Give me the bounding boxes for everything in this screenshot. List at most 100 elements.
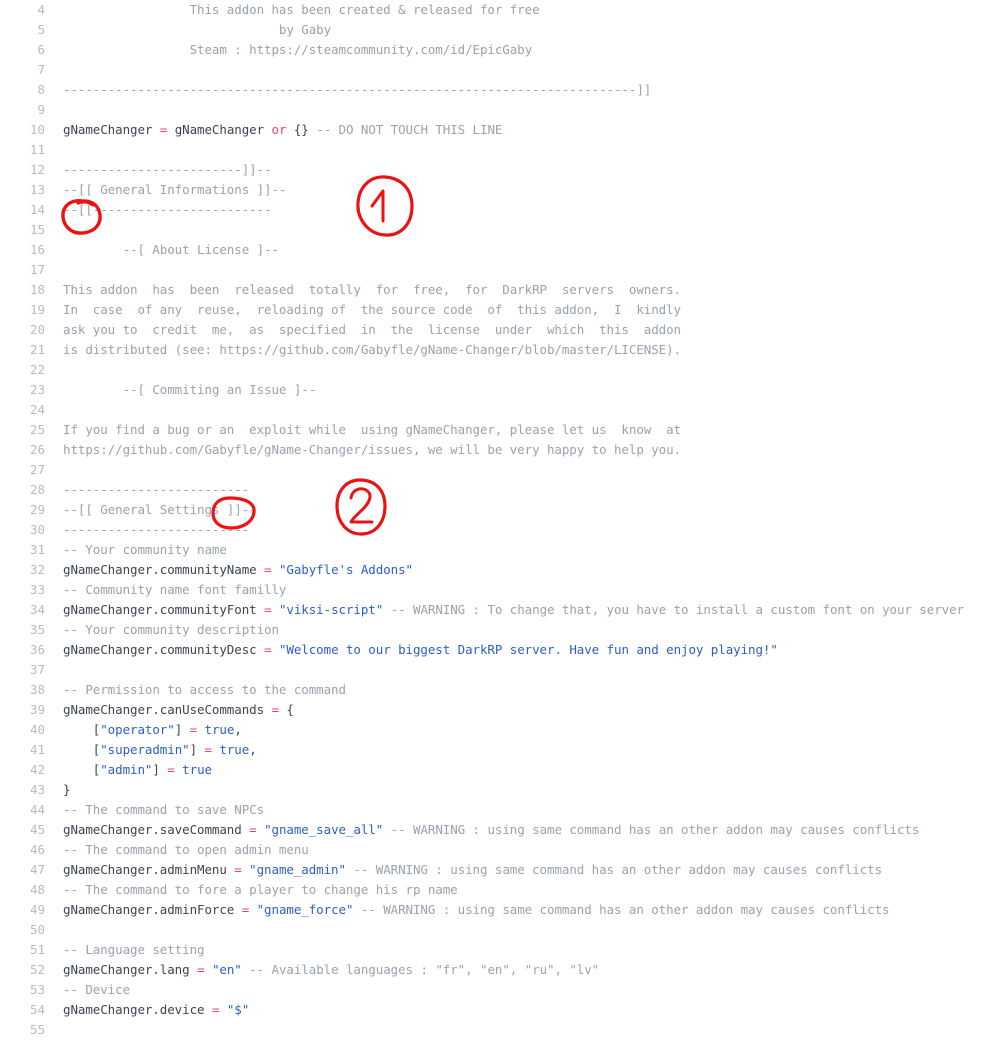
line-number: 21 [29, 342, 45, 357]
code-line[interactable]: 34 gNameChanger.communityFont = "viksi-sc… [0, 600, 984, 620]
code-line[interactable]: 5 by Gaby [0, 20, 984, 40]
code-line[interactable]: 44 -- The command to save NPCs [0, 800, 984, 820]
token-plain: [ [63, 742, 101, 757]
token-operator: = [249, 822, 257, 837]
code-line[interactable]: 29 --[[ General Settings ]]-- [0, 500, 984, 520]
line-content: gNameChanger.saveCommand = "gname_save_a… [45, 820, 919, 840]
line-number: 14 [29, 202, 45, 217]
code-line[interactable]: 33 -- Community name font familly [0, 580, 984, 600]
code-line[interactable]: 21 is distributed (see: https://github.co… [0, 340, 984, 360]
code-line[interactable]: 47 gNameChanger.adminMenu = "gname_admin"… [0, 860, 984, 880]
token-comment: -- Available languages : "fr", "en", "ru… [249, 962, 600, 977]
line-content: gNameChanger.canUseCommands = { [45, 700, 294, 720]
line-content: -- The command to save NPCs [45, 800, 264, 820]
token-plain: gNameChanger.canUseCommands [63, 702, 272, 717]
token-comment: --[ Commiting an Issue ]-- [63, 382, 317, 397]
line-number: 48 [29, 882, 45, 897]
token-plain: } [63, 782, 71, 797]
code-viewer[interactable]: 4 This addon has been created & released… [0, 0, 984, 1037]
code-line[interactable]: 26 https://github.com/Gabyfle/gName-Chang… [0, 440, 984, 460]
line-number: 15 [29, 222, 45, 237]
code-line[interactable]: 45 gNameChanger.saveCommand = "gname_save… [0, 820, 984, 840]
code-line[interactable]: 48 -- The command to fore a player to cha… [0, 880, 984, 900]
code-line[interactable]: 15 [0, 220, 984, 240]
code-line[interactable]: 7 [0, 60, 984, 80]
code-line[interactable]: 4 This addon has been created & released… [0, 0, 984, 20]
code-line[interactable]: 22 [0, 360, 984, 380]
line-number: 24 [29, 402, 45, 417]
code-line[interactable]: 20 ask you to credit me, as specified in … [0, 320, 984, 340]
token-comment: -- The command to save NPCs [63, 802, 265, 817]
code-line[interactable]: 6 Steam : https://steamcommunity.com/id/… [0, 40, 984, 60]
code-line[interactable]: 24 [0, 400, 984, 420]
token-plain: {} [286, 122, 317, 137]
line-number: 9 [37, 102, 45, 117]
token-comment: by Gaby [63, 22, 332, 37]
line-content: gNameChanger.communityDesc = "Welcome to… [45, 640, 778, 660]
code-line[interactable]: 37 [0, 660, 984, 680]
code-line[interactable]: 28 ------------------------- [0, 480, 984, 500]
token-operator: = [264, 642, 272, 657]
token-comment: This addon has been created & released f… [63, 2, 540, 17]
token-string: "operator" [100, 722, 175, 737]
code-line[interactable]: 10 gNameChanger = gNameChanger or {} -- D… [0, 120, 984, 140]
code-line[interactable]: 12 ------------------------]]-- [0, 160, 984, 180]
token-operator: = [204, 742, 213, 757]
code-line[interactable]: 36 gNameChanger.communityDesc = "Welcome … [0, 640, 984, 660]
token-comment: ------------------------]]-- [63, 162, 272, 177]
code-line[interactable]: 50 [0, 920, 984, 940]
line-number: 36 [29, 642, 45, 657]
code-line[interactable]: 39 gNameChanger.canUseCommands = { [0, 700, 984, 720]
token-plain: gNameChanger.adminMenu [63, 862, 235, 877]
line-content: -- Permission to access to the command [45, 680, 346, 700]
code-line[interactable]: 18 This addon has been released totally f… [0, 280, 984, 300]
token-comment: -- Your community description [63, 622, 279, 637]
line-number: 33 [29, 582, 45, 597]
code-line[interactable]: 55 [0, 1020, 984, 1040]
line-number: 55 [29, 1022, 45, 1037]
token-string: "viksi-script" [278, 602, 384, 617]
token-comment: -- DO NOT TOUCH THIS LINE [316, 122, 503, 137]
code-line[interactable]: 49 gNameChanger.adminForce = "gname_force… [0, 900, 984, 920]
code-line[interactable]: 42 ["admin"] = true [0, 760, 984, 780]
line-number: 23 [29, 382, 45, 397]
code-line[interactable]: 40 ["operator"] = true, [0, 720, 984, 740]
code-line[interactable]: 19 In case of any reuse, reloading of the… [0, 300, 984, 320]
code-line[interactable]: 41 ["superadmin"] = true, [0, 740, 984, 760]
token-string: "en" [211, 962, 242, 977]
code-line[interactable]: 13 --[[ General Informations ]]-- [0, 180, 984, 200]
line-content: --[[------------------------ [45, 200, 272, 220]
code-line[interactable]: 38 -- Permission to access to the command [0, 680, 984, 700]
line-content: ------------------------]]-- [45, 160, 272, 180]
code-line[interactable]: 8 ---------------------------------------… [0, 80, 984, 100]
code-line[interactable]: 30 ------------------------- [0, 520, 984, 540]
code-line[interactable]: 9 [0, 100, 984, 120]
token-string: "superadmin" [100, 742, 190, 757]
code-line[interactable]: 46 -- The command to open admin menu [0, 840, 984, 860]
token-comment: -- The command to fore a player to chang… [63, 882, 458, 897]
token-comment: --[ About License ]-- [63, 242, 279, 257]
code-line[interactable]: 32 gNameChanger.communityName = "Gabyfle'… [0, 560, 984, 580]
line-number: 38 [29, 682, 45, 697]
code-line[interactable]: 17 [0, 260, 984, 280]
line-number: 45 [29, 822, 45, 837]
code-line[interactable]: 16 --[ About License ]-- [0, 240, 984, 260]
line-content: --[ Commiting an Issue ]-- [45, 380, 317, 400]
code-line[interactable]: 43} [0, 780, 984, 800]
code-line[interactable]: 52 gNameChanger.lang = "en" -- Available … [0, 960, 984, 980]
code-line[interactable]: 54 gNameChanger.device = "$" [0, 1000, 984, 1020]
code-line[interactable]: 31 -- Your community name [0, 540, 984, 560]
line-content: ------------------------- [45, 480, 249, 500]
code-line[interactable]: 11 [0, 140, 984, 160]
token-comment: https://github.com/Gabyfle/gName-Changer… [63, 442, 681, 457]
code-line[interactable]: 27 [0, 460, 984, 480]
token-plain: , [234, 722, 242, 737]
line-number: 28 [29, 482, 45, 497]
code-line[interactable]: 51 -- Language setting [0, 940, 984, 960]
line-content: -- Community name font familly [45, 580, 286, 600]
code-line[interactable]: 23 --[ Commiting an Issue ]-- [0, 380, 984, 400]
code-line[interactable]: 14 --[[------------------------ [0, 200, 984, 220]
code-line[interactable]: 25 If you find a bug or an exploit while … [0, 420, 984, 440]
code-line[interactable]: 53 -- Device [0, 980, 984, 1000]
code-line[interactable]: 35 -- Your community description [0, 620, 984, 640]
